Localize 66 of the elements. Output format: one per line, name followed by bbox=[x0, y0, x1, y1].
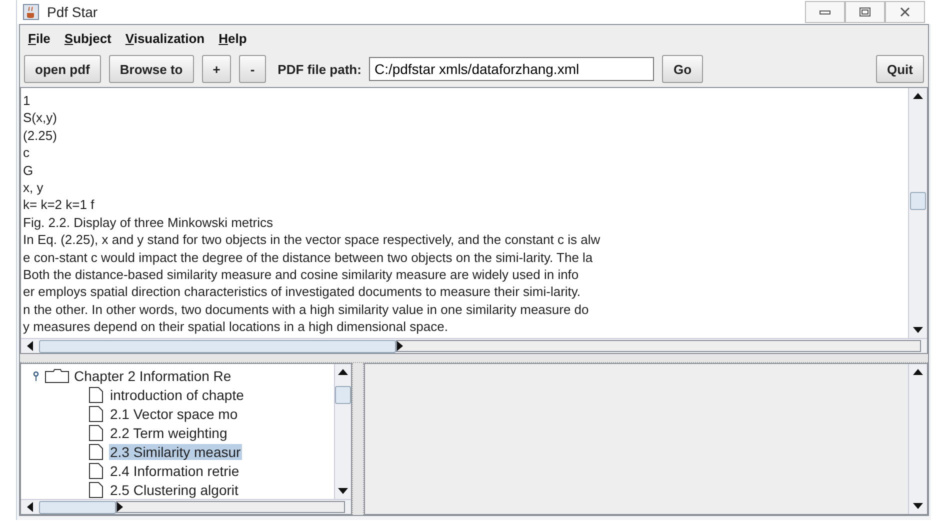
app-cup-icon bbox=[23, 4, 39, 20]
toolbar-button[interactable]: open pdf bbox=[24, 55, 101, 83]
text-line: e con-stant c would impact the degree of the distance between two objects on the simi-larity. The la bbox=[23, 248, 593, 266]
scroll-left-icon[interactable] bbox=[27, 341, 33, 351]
scroll-down-icon[interactable] bbox=[913, 503, 923, 509]
text-line: c bbox=[23, 144, 30, 162]
document-icon bbox=[89, 482, 103, 498]
text-line: er employs spatial direction characteristics of investigated documents to measure their simi-larity. bbox=[23, 283, 581, 301]
vertical-scrollbar[interactable] bbox=[334, 364, 351, 499]
text-line: x, y bbox=[23, 179, 44, 196]
text-line: Both the distance-based similarity measure and cosine similarity measure are widely used in info bbox=[23, 266, 579, 284]
toolbar-button[interactable]: + bbox=[202, 55, 232, 83]
tree-item[interactable]: 2.2 Term weighting bbox=[31, 423, 334, 442]
text-line: S(x,y) bbox=[23, 109, 57, 127]
folder-icon bbox=[45, 368, 69, 382]
scroll-up-icon[interactable] bbox=[913, 93, 923, 99]
toolbar-button[interactable]: Browse to bbox=[108, 55, 194, 83]
scroll-thumb[interactable] bbox=[39, 340, 396, 352]
tree-item[interactable]: 2.4 Information retrie bbox=[31, 461, 334, 480]
document-icon bbox=[89, 444, 103, 460]
tree-item[interactable]: 2.1 Vector space mo bbox=[31, 404, 334, 423]
scroll-thumb[interactable] bbox=[910, 192, 926, 210]
text-line: y measures depend on their spatial locations in a high dimensional space. bbox=[23, 318, 448, 336]
scroll-thumb[interactable] bbox=[335, 386, 351, 404]
scroll-left-icon[interactable] bbox=[27, 502, 33, 512]
scroll-up-icon[interactable] bbox=[338, 369, 348, 375]
minimize-button[interactable] bbox=[805, 1, 845, 23]
tree-item[interactable]: 2.3 Similarity measur bbox=[31, 442, 334, 461]
document-icon bbox=[89, 424, 103, 440]
close-icon bbox=[899, 7, 911, 17]
scroll-up-icon[interactable] bbox=[913, 369, 923, 375]
tree-item[interactable]: Chapter 2 Information Re bbox=[31, 366, 334, 385]
horizontal-scrollbar[interactable] bbox=[21, 499, 351, 514]
maximize-button[interactable] bbox=[845, 1, 885, 23]
document-icon bbox=[89, 386, 103, 402]
text-line: (2.25) bbox=[23, 126, 57, 144]
document-icon bbox=[89, 462, 103, 478]
text-line: In Eq. (2.25), x and y stand for two objects in the vector space respectively, and the constant c is alw bbox=[23, 231, 600, 249]
text-line: 1 bbox=[23, 92, 30, 110]
tree-item[interactable]: introduction of chapte bbox=[31, 385, 334, 404]
text-line: k= k=2 k=1 f bbox=[23, 196, 94, 214]
menu-item[interactable]: Help bbox=[214, 28, 251, 48]
vertical-scrollbar[interactable] bbox=[908, 364, 927, 514]
document-icon bbox=[89, 406, 103, 422]
path-field[interactable]: C:/pdfstar xmls/dataforzhang.xml bbox=[369, 57, 654, 81]
toolbar-button[interactable]: - bbox=[239, 55, 266, 83]
window-title: Pdf Star bbox=[47, 4, 98, 20]
close-button[interactable] bbox=[885, 1, 925, 23]
menu-item[interactable]: Subject bbox=[60, 28, 116, 48]
expand-handle-icon[interactable] bbox=[31, 370, 41, 380]
scroll-thumb[interactable] bbox=[39, 500, 116, 514]
text-line: G bbox=[23, 162, 34, 180]
menu-item[interactable]: File bbox=[24, 28, 54, 48]
vertical-scrollbar[interactable] bbox=[908, 88, 927, 338]
scroll-down-icon[interactable] bbox=[913, 327, 923, 333]
tree-item[interactable]: 2.5 Clustering algorit bbox=[31, 480, 334, 499]
maximize-icon bbox=[859, 7, 871, 17]
path-label: PDF file path: bbox=[278, 62, 362, 76]
minimize-icon bbox=[819, 9, 831, 15]
text-line: n the other. In other words, two documents with a high similarity value in one similarity measure do bbox=[23, 300, 589, 318]
toolbar-button[interactable]: Quit bbox=[876, 55, 924, 83]
scroll-down-icon[interactable] bbox=[338, 488, 348, 494]
text-line: Fig. 2.2. Display of three Minkowski metrics bbox=[23, 214, 273, 232]
horizontal-scrollbar[interactable] bbox=[21, 338, 927, 353]
menu-item[interactable]: Visualization bbox=[121, 28, 209, 48]
toolbar-button[interactable]: Go bbox=[662, 55, 703, 83]
